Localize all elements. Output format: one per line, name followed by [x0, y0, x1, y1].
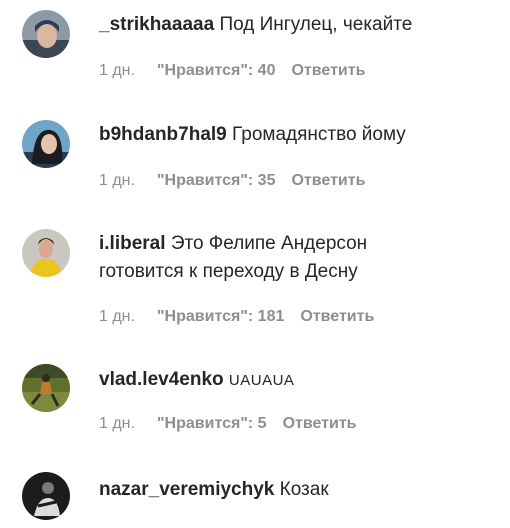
avatar-image	[22, 472, 70, 520]
avatar-image	[22, 229, 70, 277]
avatar[interactable]	[22, 229, 70, 277]
comment-username[interactable]: _strikhaaaaa	[99, 14, 214, 35]
avatar[interactable]	[22, 10, 70, 58]
comment-text: Под Ингулец, чекайте	[219, 14, 413, 35]
comment-likes[interactable]: "Нравится": 40	[157, 62, 276, 79]
comment-username[interactable]: b9hdanb7hal9	[99, 124, 227, 145]
comment-username[interactable]: vlad.lev4enko	[99, 369, 224, 390]
comment-likes[interactable]: "Нравится": 5	[157, 415, 267, 432]
comment-time[interactable]: 1 дн.	[99, 415, 135, 432]
comment-time[interactable]: 1 дн.	[99, 308, 135, 325]
reply-button[interactable]: Ответить	[291, 172, 365, 189]
avatar[interactable]	[22, 472, 70, 520]
avatar-image	[22, 120, 70, 168]
comment-text: Козак	[279, 479, 329, 500]
reply-button[interactable]: Ответить	[300, 308, 374, 325]
reply-button[interactable]: Ответить	[283, 415, 357, 432]
avatar[interactable]	[22, 120, 70, 168]
avatar-image	[22, 10, 70, 58]
comment-text: Это Фелипе Андерсон	[170, 233, 368, 254]
comment-time[interactable]: 1 дн.	[99, 172, 135, 189]
avatar-image	[22, 364, 70, 412]
comment-username[interactable]: i.liberal	[99, 233, 166, 254]
comment-time[interactable]: 1 дн.	[99, 62, 135, 79]
comment-text: готовится к переходу в Десну	[99, 261, 358, 282]
comment-likes[interactable]: "Нравится": 35	[157, 172, 276, 189]
avatar[interactable]	[22, 364, 70, 412]
comment-text: Громадянство йому	[232, 124, 406, 145]
comment-text: UAUAUA	[228, 372, 295, 389]
comment-likes[interactable]: "Нравится": 181	[157, 308, 284, 325]
reply-button[interactable]: Ответить	[291, 62, 365, 79]
comments-list: _strikhaaaaa Под Ингулец, чекайте 1 дн. "…	[0, 0, 510, 528]
comment-username[interactable]: nazar_veremiychyk	[99, 479, 274, 500]
